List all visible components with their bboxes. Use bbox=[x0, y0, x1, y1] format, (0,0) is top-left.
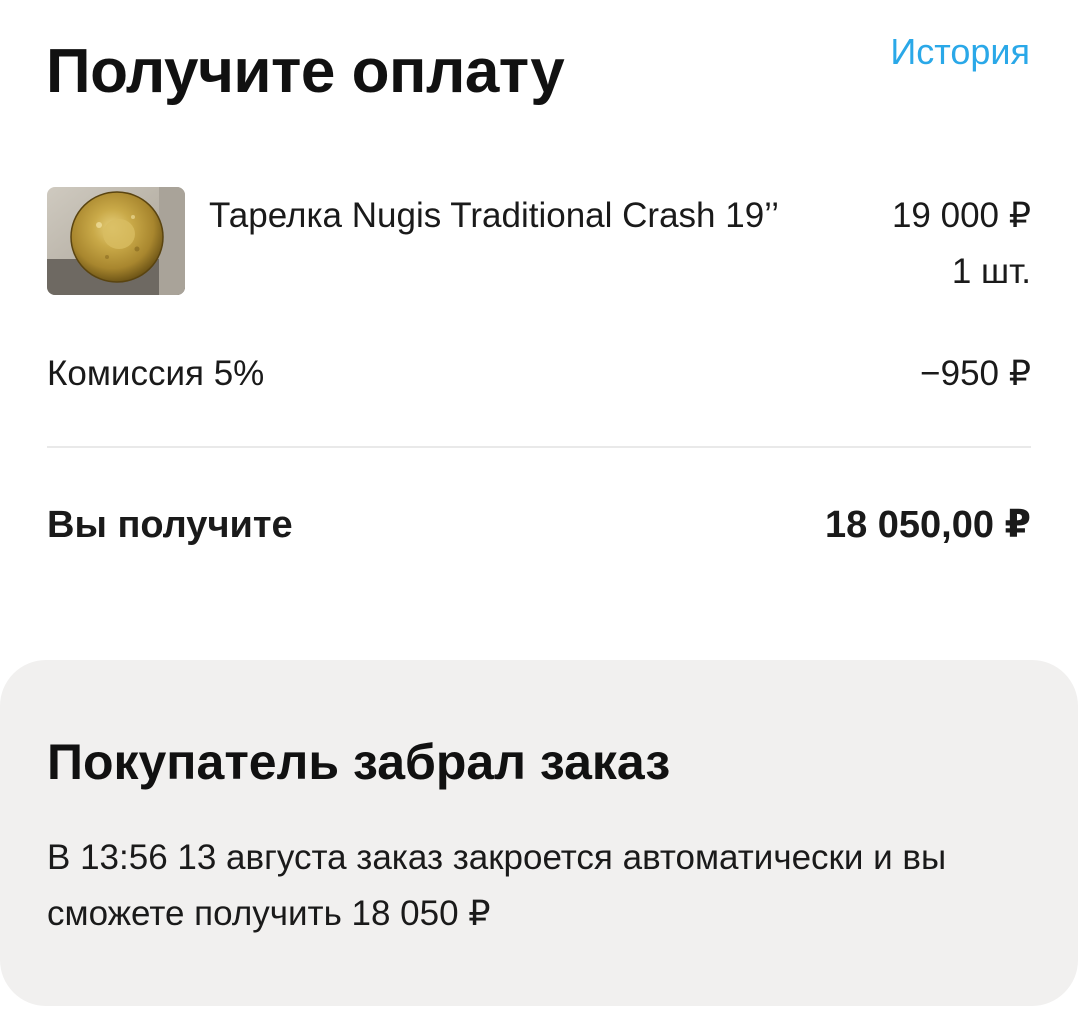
page-title: Получите оплату bbox=[46, 37, 565, 106]
order-item-row[interactable]: Тарелка Nugis Traditional Crash 19’’ 19 … bbox=[47, 186, 1031, 298]
item-price: 19 000 ₽ bbox=[891, 196, 1031, 235]
item-quantity: 1 шт. bbox=[951, 252, 1031, 291]
order-status-card: Покупатель забрал заказ В 13:56 13 авгус… bbox=[0, 660, 1078, 1006]
cymbal-thumbnail bbox=[47, 187, 185, 295]
divider bbox=[47, 446, 1031, 448]
status-title: Покупатель забрал заказ bbox=[47, 734, 671, 790]
total-label: Вы получите bbox=[47, 504, 293, 546]
total-row: Вы получите 18 050,00 ₽ bbox=[47, 502, 1031, 548]
item-name: Тарелка Nugis Traditional Crash 19’’ bbox=[209, 196, 780, 235]
history-link[interactable]: История bbox=[890, 30, 1030, 74]
commission-row: Комиссия 5% −950 ₽ bbox=[47, 352, 1031, 396]
commission-label: Комиссия 5% bbox=[47, 354, 265, 393]
cymbal-image-icon bbox=[47, 187, 185, 295]
commission-value: −950 ₽ bbox=[920, 354, 1031, 393]
status-description: В 13:56 13 августа заказ закроется автом… bbox=[47, 838, 947, 933]
total-value: 18 050,00 ₽ bbox=[824, 504, 1031, 546]
